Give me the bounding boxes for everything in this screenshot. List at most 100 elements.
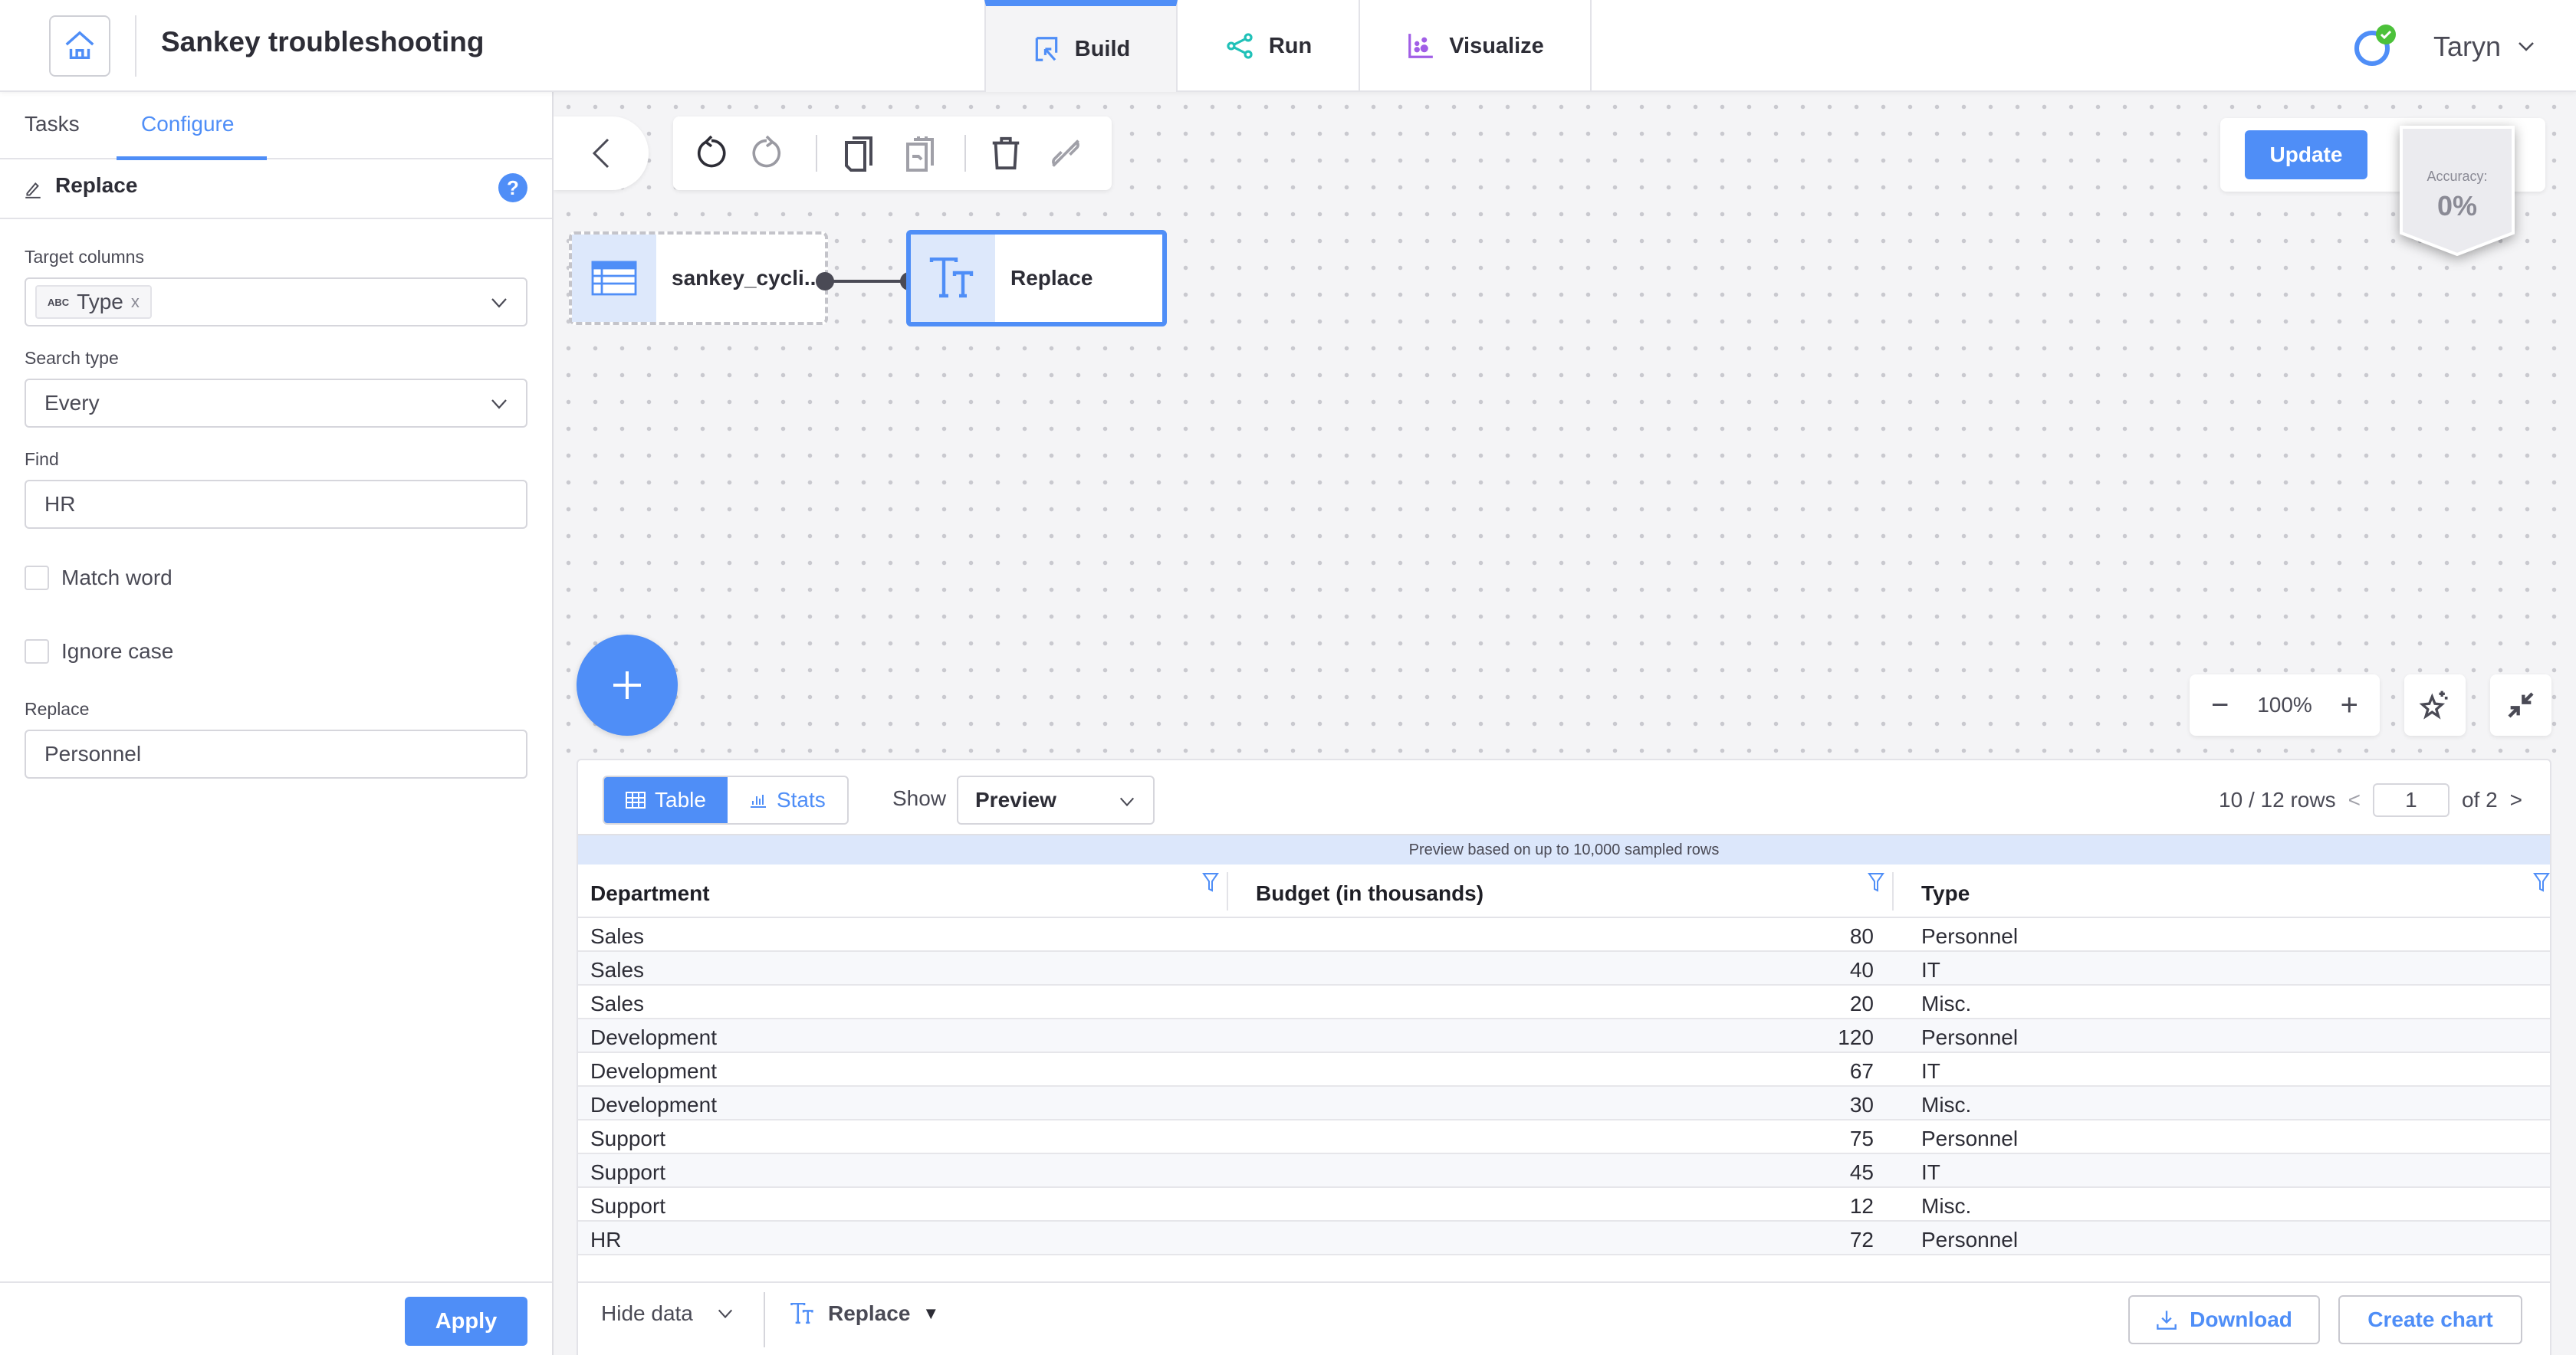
search-type-select[interactable]: Every <box>25 379 527 428</box>
table-row[interactable]: Sales 40 IT <box>578 952 2550 986</box>
column-header-department[interactable]: Department <box>590 881 710 906</box>
paste-button[interactable] <box>902 135 938 172</box>
tab-configure[interactable]: Configure <box>141 112 234 136</box>
step-selector[interactable]: Replace ▼ <box>790 1301 939 1326</box>
chevron-down-icon <box>491 298 507 308</box>
filter-icon[interactable] <box>1868 872 1884 892</box>
node-connection <box>823 280 909 283</box>
page-number-input[interactable]: 1 <box>2372 783 2450 817</box>
match-word-box[interactable] <box>25 566 49 590</box>
column-chip-label: Type <box>77 290 123 313</box>
add-step-button[interactable] <box>577 635 678 736</box>
ignore-case-box[interactable] <box>25 639 49 664</box>
chevron-down-icon <box>491 399 507 409</box>
step-selector-label: Replace <box>828 1301 911 1325</box>
replace-input[interactable]: Personnel <box>25 730 527 779</box>
table-row[interactable]: Development 67 IT <box>578 1053 2550 1087</box>
remove-chip-icon[interactable]: x <box>131 292 140 312</box>
zoom-level: 100% <box>2257 693 2312 717</box>
update-button[interactable]: Update <box>2245 130 2367 179</box>
configure-panel: Tasks Configure Replace ? Target columns… <box>0 92 554 1355</box>
unlink-button[interactable] <box>1047 135 1084 172</box>
table-row[interactable]: HR 72 Personnel <box>578 1222 2550 1255</box>
grid-icon <box>626 792 646 809</box>
cell-type: Personnel <box>1921 1228 2019 1252</box>
tab-run[interactable]: Run <box>1178 0 1360 92</box>
cell-budget: 40 <box>1849 958 1874 982</box>
table-row[interactable]: Sales 80 Personnel <box>578 918 2550 952</box>
accuracy-label: Accuracy: <box>2426 169 2488 184</box>
prev-page-button[interactable]: < <box>2348 788 2361 812</box>
output-port[interactable] <box>816 272 834 290</box>
cell-budget: 30 <box>1849 1093 1874 1117</box>
filter-icon[interactable] <box>1202 872 1219 892</box>
table-row[interactable]: Support 45 IT <box>578 1154 2550 1188</box>
column-header-budget[interactable]: Budget (in thousands) <box>1256 881 1484 906</box>
tab-visualize[interactable]: Visualize <box>1360 0 1592 92</box>
match-word-checkbox[interactable]: Match word <box>25 566 172 590</box>
zoom-out-button[interactable]: − <box>2211 690 2229 720</box>
hide-data-toggle[interactable]: Hide data <box>601 1301 734 1326</box>
cell-department: Support <box>590 1127 666 1150</box>
workflow-canvas[interactable]: sankey_cycli... Replace Update Accuracy:… <box>554 92 2576 759</box>
tab-visualize-label: Visualize <box>1449 33 1544 58</box>
undo-button[interactable] <box>693 135 730 172</box>
tab-tasks[interactable]: Tasks <box>25 112 80 136</box>
accuracy-value: 0% <box>2436 190 2478 221</box>
filter-icon[interactable] <box>2533 872 2550 892</box>
download-button[interactable]: Download <box>2128 1295 2320 1344</box>
table-row[interactable]: Sales 20 Misc. <box>578 986 2550 1019</box>
show-select[interactable]: Preview <box>957 776 1155 825</box>
column-header-type[interactable]: Type <box>1921 881 1970 906</box>
replace-node[interactable]: Replace <box>906 230 1167 326</box>
dataset-node[interactable]: sankey_cycli... <box>569 231 828 325</box>
toolbar-divider <box>816 135 817 172</box>
home-icon <box>65 31 94 60</box>
help-icon[interactable]: ? <box>498 173 527 202</box>
table-row[interactable]: Development 120 Personnel <box>578 1019 2550 1053</box>
sample-notice: Preview based on up to 10,000 sampled ro… <box>578 834 2550 865</box>
column-resizer[interactable] <box>1892 872 1894 910</box>
auto-layout-button[interactable] <box>2404 674 2466 736</box>
chevron-down-icon <box>718 1309 732 1319</box>
chevron-down-icon <box>1119 797 1135 807</box>
undo-icon <box>697 135 726 168</box>
home-button[interactable] <box>49 15 110 77</box>
node-icon-box <box>572 235 656 322</box>
delete-button[interactable] <box>987 135 1024 172</box>
zoom-in-button[interactable]: + <box>2341 690 2358 720</box>
cell-type: IT <box>1921 958 1940 982</box>
next-page-button[interactable]: > <box>2510 788 2522 812</box>
table-row[interactable]: Development 30 Misc. <box>578 1087 2550 1120</box>
cell-type: Personnel <box>1921 1127 2019 1150</box>
table-row[interactable]: Support 75 Personnel <box>578 1120 2550 1154</box>
view-toggle: Table Stats <box>603 776 849 825</box>
tab-table[interactable]: Table <box>604 777 728 823</box>
cell-department: Support <box>590 1194 666 1218</box>
column-resizer[interactable] <box>1227 872 1228 910</box>
table-row[interactable]: Support 12 Misc. <box>578 1188 2550 1222</box>
plus-icon <box>613 671 641 699</box>
redo-button[interactable] <box>748 135 785 172</box>
target-columns-select[interactable]: ABC Type x <box>25 277 527 326</box>
ignore-case-checkbox[interactable]: Ignore case <box>25 639 173 664</box>
search-type-label: Search type <box>25 348 119 368</box>
apply-button[interactable]: Apply <box>405 1297 527 1346</box>
fit-view-button[interactable] <box>2490 674 2551 736</box>
top-bar: Sankey troubleshooting Build Run Visuali… <box>0 0 2576 92</box>
tab-build[interactable]: Build <box>984 0 1178 92</box>
chevron-left-icon <box>592 138 610 169</box>
cell-budget: 75 <box>1849 1127 1874 1150</box>
cell-department: Development <box>590 1059 717 1083</box>
collapse-panel-button[interactable] <box>554 116 649 190</box>
find-input[interactable]: HR <box>25 480 527 529</box>
copy-button[interactable] <box>840 135 877 172</box>
tab-stats[interactable]: Stats <box>728 777 847 823</box>
cell-department: Sales <box>590 992 645 1015</box>
search-type-value: Every <box>44 391 100 415</box>
paste-icon <box>906 136 934 172</box>
user-menu[interactable]: Taryn <box>2352 20 2535 74</box>
cell-department: HR <box>590 1228 622 1252</box>
rows-count: 10 / 12 rows <box>2219 788 2336 812</box>
create-chart-button[interactable]: Create chart <box>2338 1295 2522 1344</box>
